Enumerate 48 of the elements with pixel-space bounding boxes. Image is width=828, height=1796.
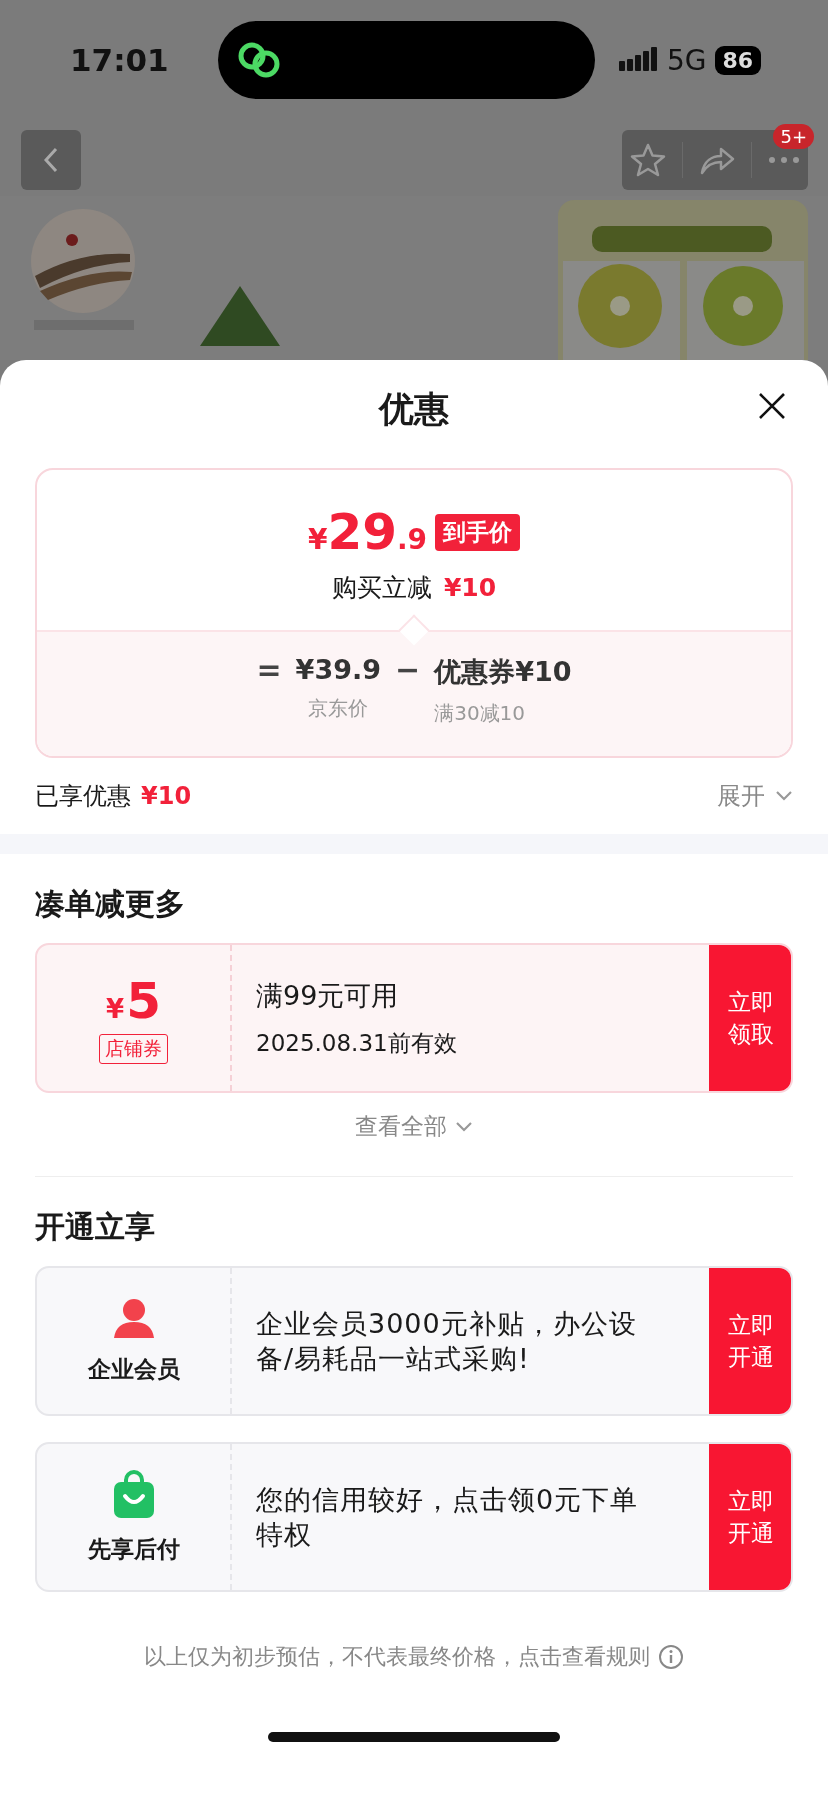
- expand-button[interactable]: 展开: [717, 780, 793, 812]
- disclaimer-text: 以上仅为初步预估，不代表最终价格，点击查看规则: [144, 1643, 650, 1671]
- list-price-label: 京东价: [308, 695, 369, 722]
- chevron-down-icon: [455, 1120, 473, 1133]
- discount-amount: ¥10: [141, 782, 192, 810]
- coupon-tag: 店铺券: [99, 1034, 168, 1064]
- coupon-validity: 2025.08.31前有效: [256, 1028, 458, 1058]
- sheet-title: 优惠: [379, 387, 449, 431]
- list-price: ¥39.9: [295, 654, 381, 685]
- info-icon[interactable]: [658, 1644, 684, 1670]
- coupon-discount: 优惠券¥10: [434, 655, 572, 689]
- offer-name: 先享后付: [87, 1534, 180, 1564]
- person-icon: [111, 1297, 156, 1338]
- chevron-down-icon: [775, 790, 793, 802]
- battery-indicator: 86: [714, 45, 762, 75]
- signal-icon: [619, 47, 659, 73]
- status-time: 17:01: [70, 42, 170, 78]
- claim-button[interactable]: 立即领取: [709, 945, 791, 1091]
- final-price: 29: [327, 503, 397, 561]
- offer-name: 企业会员: [87, 1354, 180, 1384]
- offer-description: 企业会员3000元补贴，办公设备/易耗品一站式采购!: [256, 1306, 638, 1376]
- activate-button[interactable]: 立即开通: [709, 1444, 791, 1590]
- minus-sign: −: [395, 652, 421, 689]
- currency-symbol: ¥: [307, 523, 328, 556]
- chevron-left-icon: [42, 146, 60, 174]
- saving-amount: ¥10: [443, 573, 497, 602]
- price-tag: 到手价: [435, 513, 521, 551]
- activate-button[interactable]: 立即开通: [709, 1268, 791, 1414]
- favorite-button[interactable]: [630, 143, 666, 177]
- network-label: 5G: [667, 43, 707, 77]
- discount-label: 已享优惠: [35, 781, 131, 812]
- back-button[interactable]: [21, 130, 81, 190]
- section-title: 凑单减更多: [35, 885, 186, 923]
- see-all-button[interactable]: 查看全部: [355, 1111, 473, 1142]
- equals-sign: =: [256, 652, 282, 689]
- price-decimal: .9: [396, 523, 428, 556]
- shopping-bag-icon: [111, 1469, 156, 1518]
- saving-label: 购买立减: [331, 572, 432, 604]
- more-button[interactable]: [768, 156, 800, 164]
- close-button[interactable]: [758, 392, 786, 420]
- currency-symbol: ¥: [106, 994, 125, 1024]
- notification-badge: 5+: [773, 124, 814, 149]
- share-button[interactable]: [699, 145, 735, 175]
- coupon-rule: 满30减10: [434, 700, 527, 727]
- section-title: 开通立享: [35, 1208, 156, 1246]
- coupon-amount: 5: [126, 972, 161, 1030]
- coupon-condition: 满99元可用: [256, 978, 400, 1013]
- offer-description: 您的信用较好，点击领0元下单特权: [256, 1482, 640, 1552]
